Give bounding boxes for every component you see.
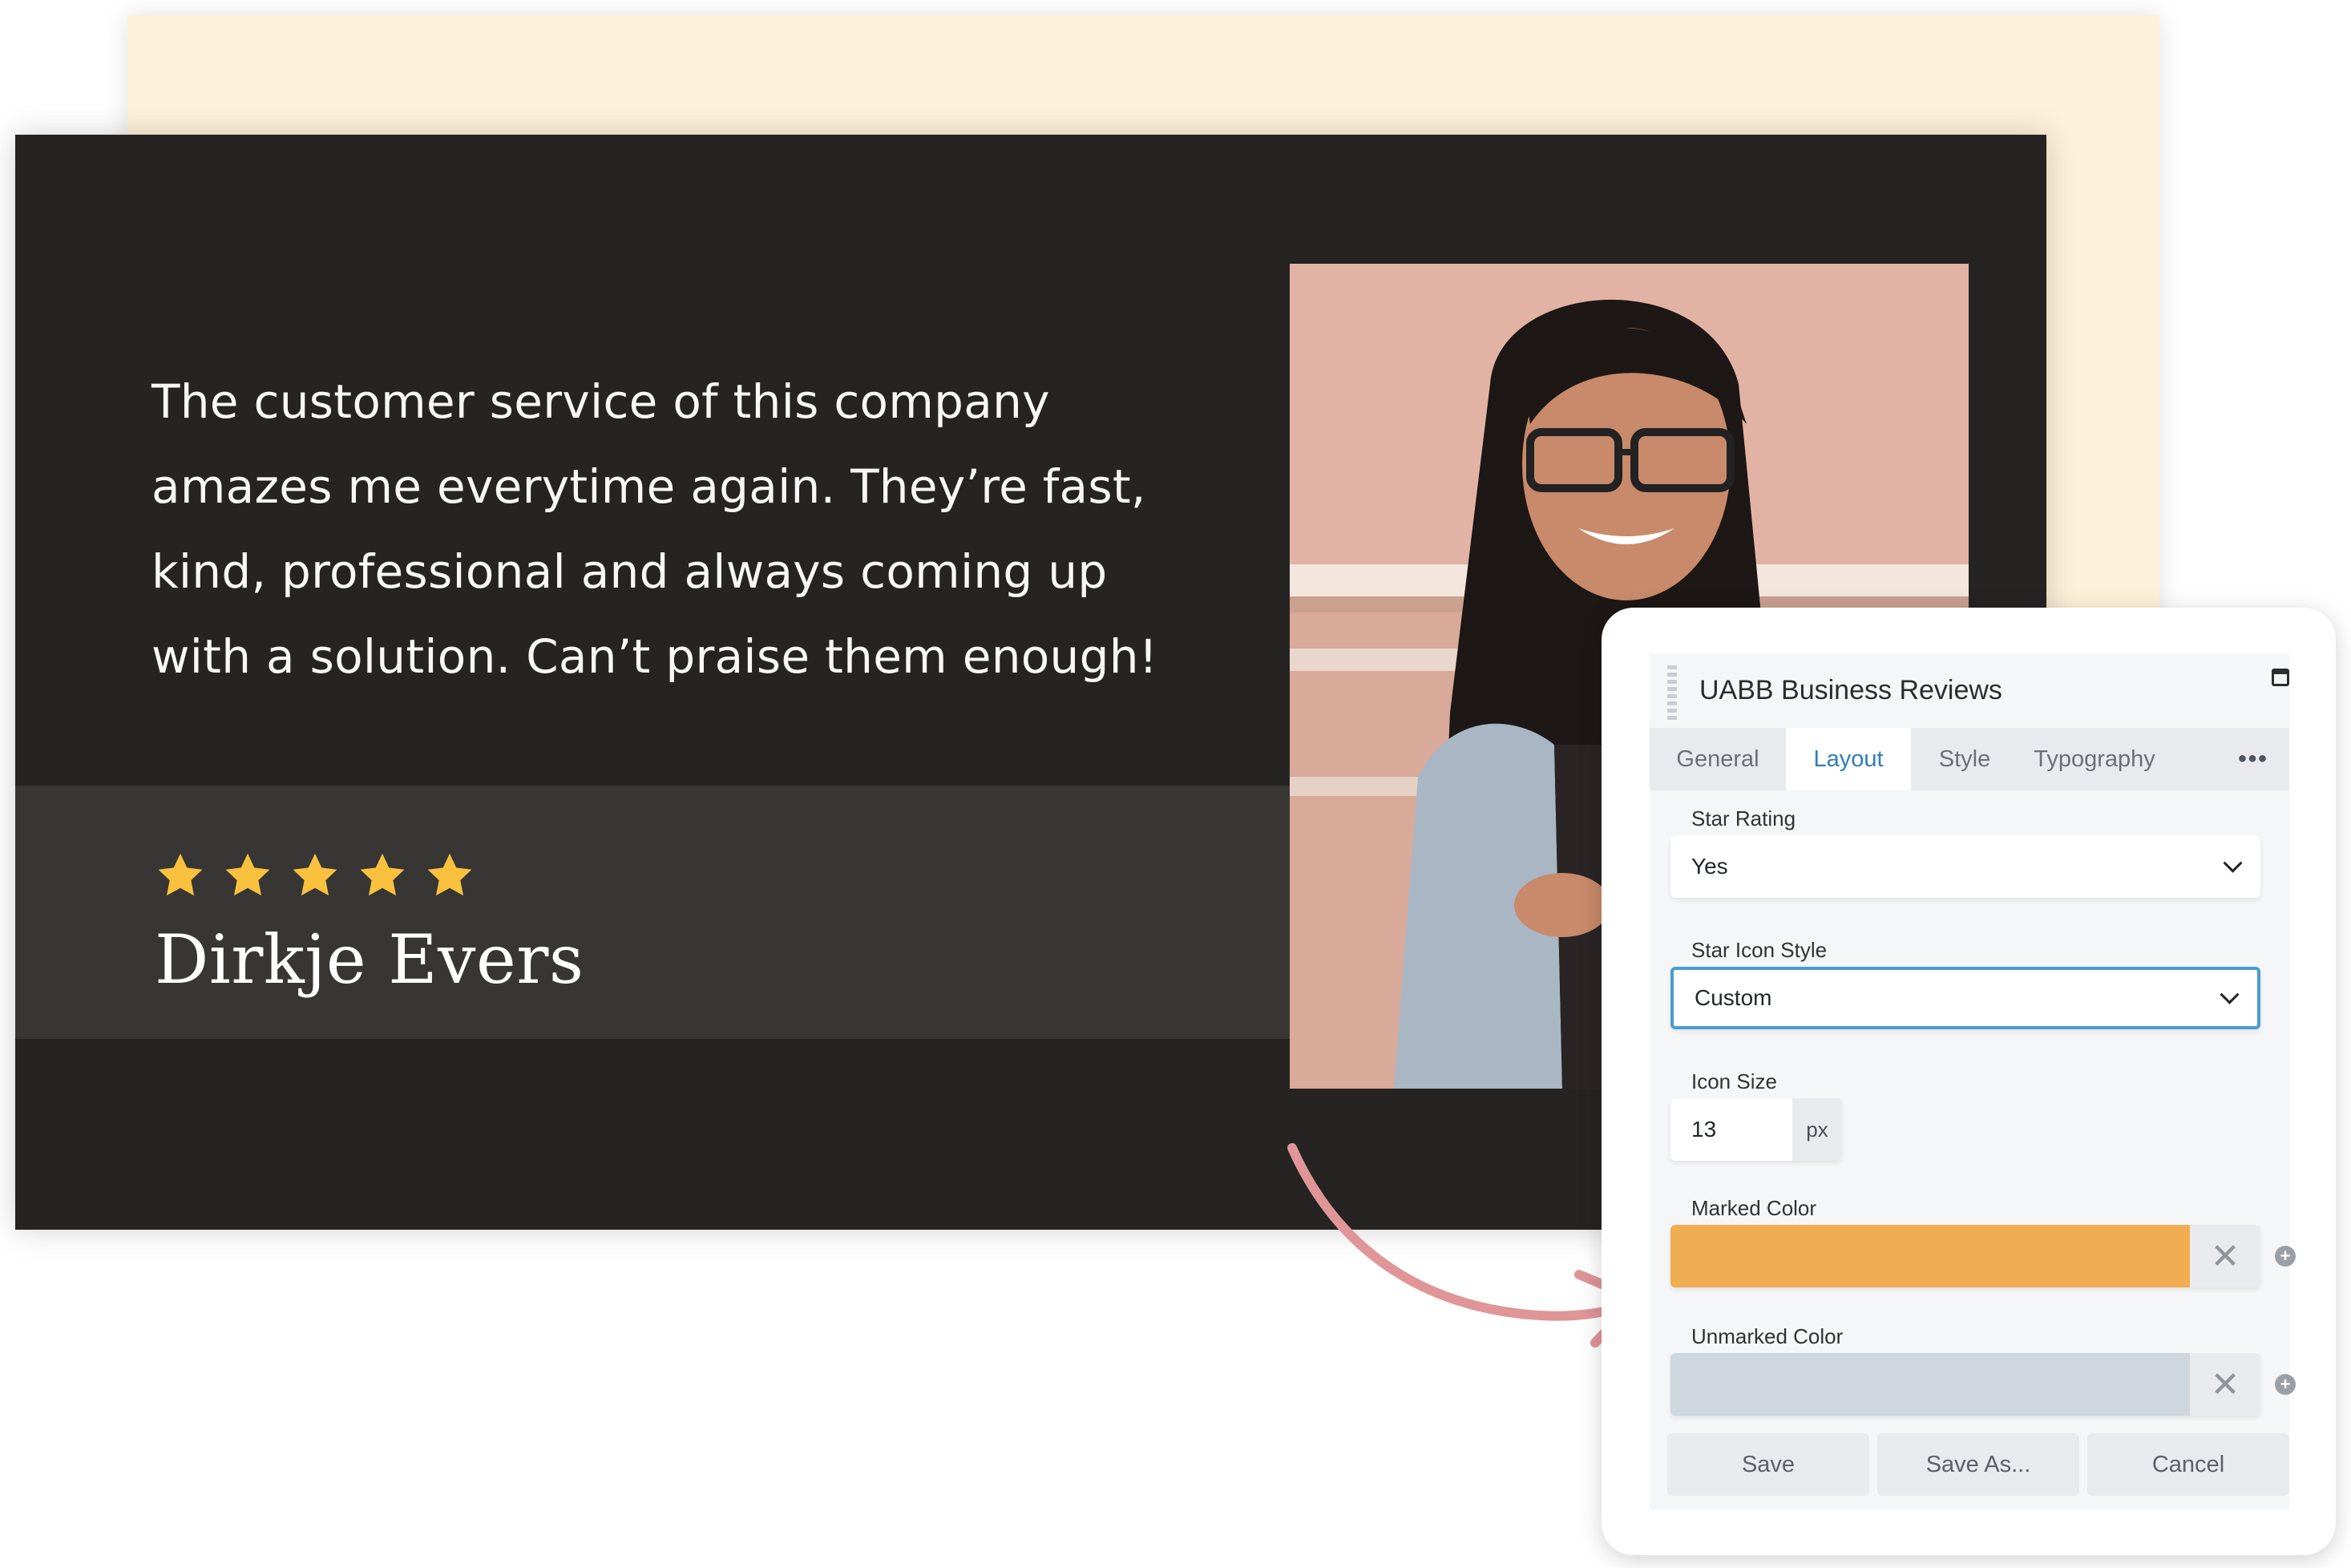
more-tabs-icon[interactable]: •••: [2217, 728, 2289, 790]
tab-style[interactable]: Style: [1911, 728, 2018, 790]
panel-tabs: General Layout Style Typography •••: [1650, 728, 2289, 790]
star-rating-select[interactable]: Yes: [1670, 835, 2260, 898]
add-preset-icon[interactable]: +: [2275, 1246, 2296, 1267]
marked-color-swatch[interactable]: [1670, 1225, 2190, 1287]
clear-unmarked-color-icon[interactable]: ✕: [2190, 1353, 2260, 1416]
panel-actions: Save Save As... Cancel: [1667, 1433, 2289, 1496]
star-icon: [293, 853, 337, 896]
chevron-down-icon: [2223, 853, 2243, 873]
settings-panel-card: UABB Business Reviews General Layout Sty…: [1602, 608, 2336, 1555]
cancel-button[interactable]: Cancel: [2087, 1433, 2289, 1496]
panel-header: UABB Business Reviews: [1650, 654, 2289, 728]
star-icon: [158, 853, 203, 896]
annotation-arrow-icon: [1287, 1143, 1642, 1348]
marked-color-field[interactable]: ✕: [1670, 1225, 2260, 1287]
icon-size-label: Icon Size: [1691, 1069, 1777, 1093]
add-preset-icon[interactable]: +: [2275, 1374, 2296, 1395]
save-as-button[interactable]: Save As...: [1877, 1433, 2079, 1496]
tab-typography[interactable]: Typography: [2018, 728, 2171, 790]
icon-size-unit: px: [1792, 1098, 1842, 1161]
unmarked-color-swatch[interactable]: [1670, 1353, 2190, 1416]
tab-layout[interactable]: Layout: [1786, 728, 1911, 790]
icon-size-input[interactable]: 13 px: [1670, 1098, 1842, 1161]
window-toggle-icon[interactable]: [2272, 669, 2289, 686]
star-icon-style-value: Custom: [1695, 985, 1772, 1010]
marked-color-label: Marked Color: [1691, 1196, 1817, 1220]
clear-marked-color-icon[interactable]: ✕: [2190, 1225, 2260, 1287]
save-button[interactable]: Save: [1667, 1433, 1869, 1496]
tab-general[interactable]: General: [1650, 728, 1786, 790]
quote-line: amazes me everytime again. They’re fast,: [151, 459, 1146, 514]
quote-line: kind, professional and always coming up: [151, 544, 1108, 599]
chevron-down-icon: [2220, 984, 2240, 1004]
star-icon: [360, 853, 405, 896]
star-rating: [155, 850, 475, 901]
star-icon: [225, 853, 270, 896]
star-icon: [427, 853, 472, 896]
settings-panel: UABB Business Reviews General Layout Sty…: [1650, 654, 2296, 1510]
icon-size-value[interactable]: 13: [1670, 1098, 1792, 1161]
reviewer-name: Dirkje Evers: [155, 920, 584, 999]
star-icon-style-label: Star Icon Style: [1691, 938, 1828, 962]
drag-handle-icon[interactable]: [1667, 665, 1677, 720]
quote-line: The customer service of this company: [151, 374, 1050, 429]
reviewer-band: Dirkje Evers: [15, 786, 1290, 1039]
quote-line: with a solution. Can’t praise them enoug…: [151, 629, 1158, 684]
star-rating-label: Star Rating: [1691, 806, 1796, 830]
testimonial-quote: The customer service of this company ama…: [151, 359, 1290, 699]
panel-title: UABB Business Reviews: [1699, 675, 2002, 705]
unmarked-color-label: Unmarked Color: [1691, 1324, 1844, 1348]
star-icon-style-select[interactable]: Custom: [1670, 967, 2260, 1029]
unmarked-color-field[interactable]: ✕: [1670, 1353, 2260, 1416]
star-rating-value: Yes: [1691, 854, 1728, 879]
